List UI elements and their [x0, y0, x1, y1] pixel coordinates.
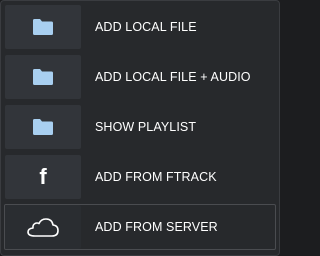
- menu-item-label: SHOW PLAYLIST: [95, 120, 197, 134]
- menu-item-label: ADD FROM SERVER: [95, 220, 218, 234]
- menu-item-add-from-server[interactable]: ADD FROM SERVER: [4, 204, 276, 250]
- folder-icon: [33, 119, 53, 135]
- menu-item-show-playlist[interactable]: SHOW PLAYLIST: [5, 105, 273, 149]
- folder-icon: [33, 69, 53, 85]
- cloud-icon: [27, 218, 59, 237]
- menu-item-add-local-file-audio[interactable]: ADD LOCAL FILE + AUDIO: [5, 55, 273, 99]
- menu-item-label: ADD LOCAL FILE + AUDIO: [95, 70, 251, 84]
- menu-item-add-from-ftrack[interactable]: f ADD FROM FTRACK: [5, 155, 273, 199]
- add-media-menu: ADD LOCAL FILE ADD LOCAL FILE + AUDIO SH…: [0, 0, 280, 256]
- icon-box: f: [5, 155, 81, 199]
- ftrack-logo-icon: f: [39, 164, 47, 189]
- icon-box: [5, 55, 81, 99]
- menu-item-add-local-file[interactable]: ADD LOCAL FILE: [5, 5, 273, 49]
- menu-item-label: ADD FROM FTRACK: [95, 170, 217, 184]
- icon-box: [5, 205, 81, 249]
- icon-box: [5, 105, 81, 149]
- folder-icon: [33, 19, 53, 35]
- icon-box: [5, 5, 81, 49]
- menu-item-label: ADD LOCAL FILE: [95, 20, 197, 34]
